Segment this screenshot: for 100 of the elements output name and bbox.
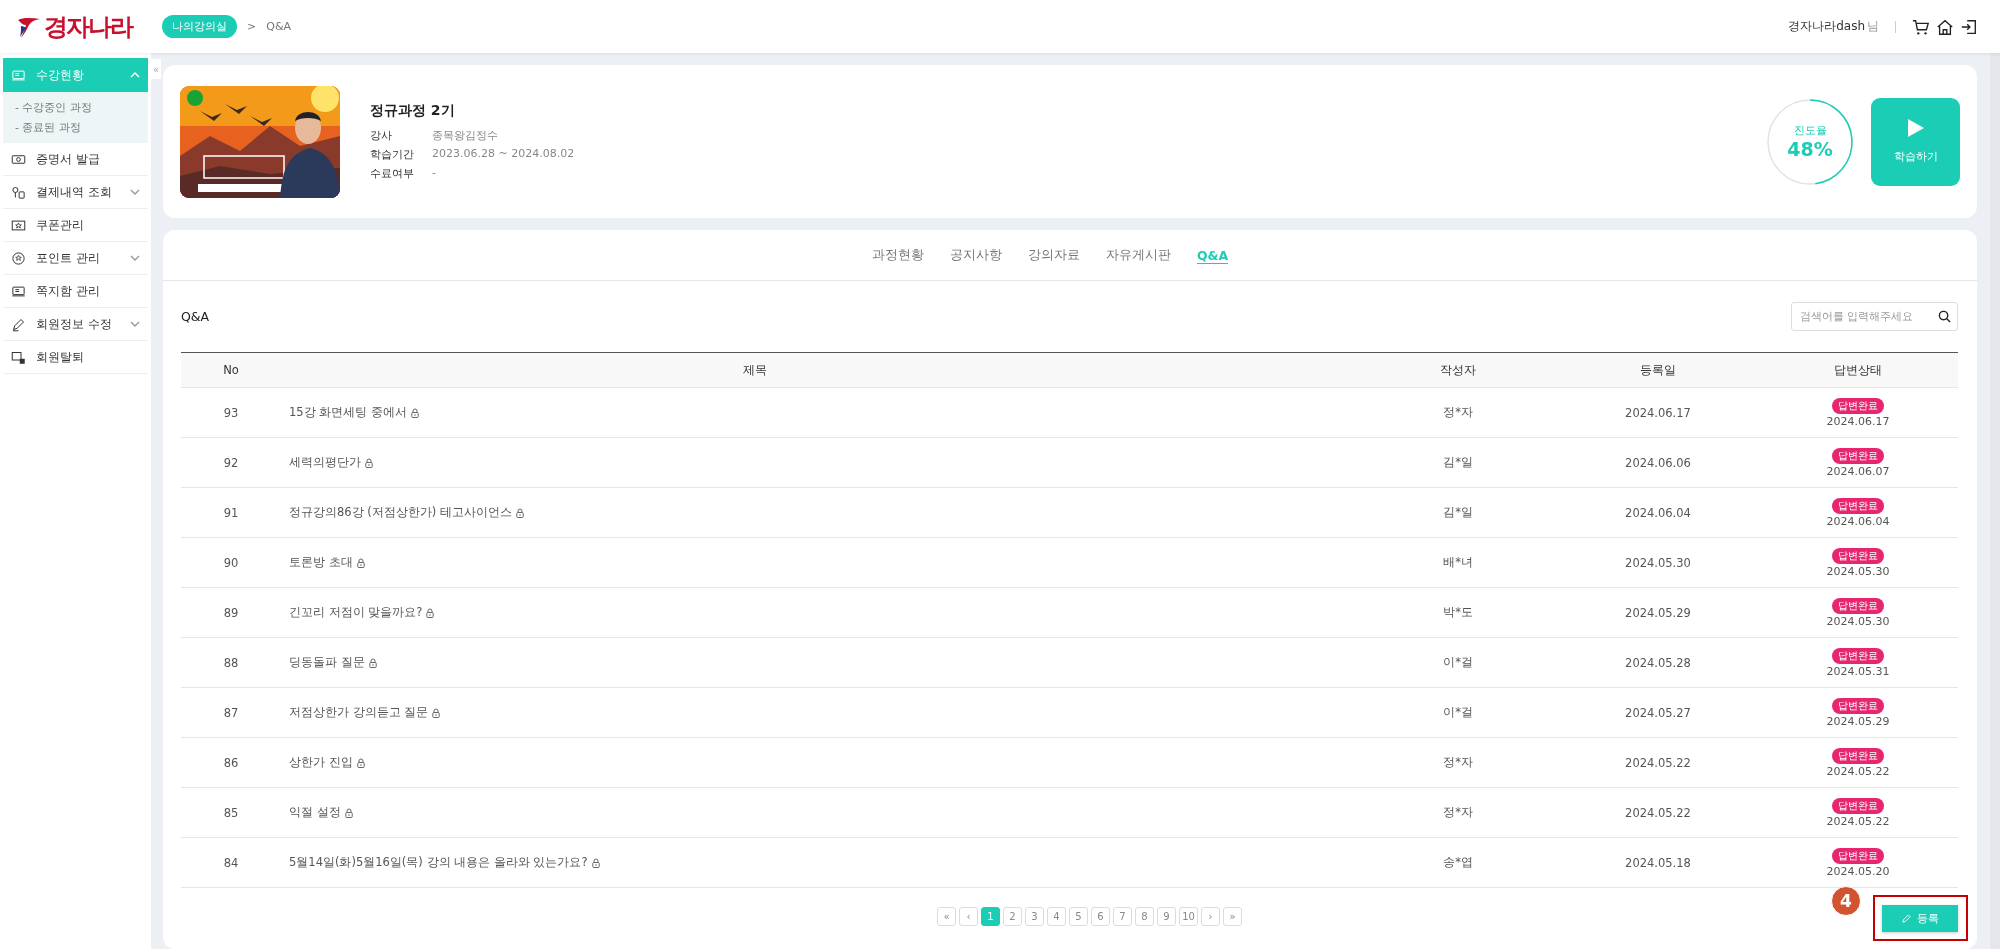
post-title-link[interactable]: 15강 화면세팅 중에서 (289, 405, 407, 420)
answer-date: 2024.05.31 (1826, 664, 1890, 678)
point-icon (11, 250, 26, 266)
column-header: 제목 (741, 362, 768, 378)
author-cell-text: 송*엽 (1442, 855, 1474, 870)
answer-date: 2024.05.30 (1826, 564, 1890, 578)
page-button[interactable]: 4 (1047, 906, 1066, 926)
answer-date: 2024.05.29 (1826, 714, 1890, 728)
status-badge: 답변완료 (1832, 447, 1884, 464)
number-cell-text: 89 (222, 605, 240, 620)
status-badge: 답변완료 (1832, 647, 1884, 664)
post-title-link[interactable]: 익절 설정 (289, 805, 341, 820)
tab[interactable]: 과정현황 (871, 244, 924, 266)
chevron-icon (130, 319, 140, 329)
post-title-link[interactable]: 딩동돌파 질문 (289, 655, 365, 670)
author-cell-text: 이*걸 (1442, 705, 1474, 720)
page-button[interactable]: 8 (1135, 906, 1154, 926)
tab[interactable]: 강의자료 (1027, 244, 1080, 266)
message-icon (11, 283, 26, 299)
answer-date: 2024.05.22 (1826, 764, 1890, 778)
column-header: 작성자 (1439, 362, 1477, 378)
answer-date: 2024.05.20 (1826, 864, 1890, 878)
page-button[interactable]: 6 (1091, 906, 1110, 926)
step-marker: 4 (1831, 886, 1861, 916)
number-cell-text: 88 (222, 655, 240, 670)
answer-date: 2024.05.22 (1826, 814, 1890, 828)
number-cell-text: 92 (222, 455, 240, 470)
date-cell-text: 2024.06.04 (1624, 505, 1692, 520)
scrollbar[interactable] (1990, 53, 2000, 949)
page-button[interactable]: 5 (1069, 906, 1088, 926)
pencil-icon (1901, 914, 1911, 923)
field-label: 강사 (370, 128, 393, 143)
submenu-item[interactable]: - 수강중인 과정 (15, 100, 136, 115)
number-cell-text: 93 (222, 405, 240, 420)
coupon-icon (11, 217, 26, 233)
post-title-link[interactable]: 긴꼬리 저점이 맞을까요? (289, 605, 423, 620)
post-title-link[interactable]: 5월14일(화)5월16일(목) 강의 내용은 올라와 있는가요? (289, 855, 588, 870)
author-cell-text: 정*자 (1442, 755, 1474, 770)
answer-date: 2024.05.30 (1826, 614, 1890, 628)
logout-icon[interactable] (1960, 17, 1978, 36)
search-icon[interactable] (1938, 310, 1951, 323)
date-cell-text: 2024.05.18 (1624, 855, 1692, 870)
logo-text[interactable]: 경자나라 (44, 10, 132, 43)
post-title-link[interactable]: 토론방 초대 (289, 555, 353, 570)
previous-page-button[interactable]: ‹ (959, 906, 978, 926)
field-value: 종목왕김정수 (432, 128, 498, 143)
chevron-icon (130, 187, 140, 197)
home-icon[interactable] (1936, 17, 1954, 36)
page-button[interactable]: 9 (1157, 906, 1176, 926)
author-cell-text: 정*자 (1442, 805, 1474, 820)
date-cell-text: 2024.05.22 (1624, 805, 1692, 820)
tab[interactable]: 자유게시판 (1105, 244, 1171, 266)
column-header: 등록일 (1639, 362, 1677, 378)
author-cell-text: 김*일 (1442, 505, 1474, 520)
date-cell-text: 2024.05.28 (1624, 655, 1692, 670)
page-button[interactable]: 10 (1179, 906, 1198, 926)
search-field[interactable]: 검색어를 입력해주세요 (1791, 302, 1958, 331)
course-title: 정규과정 2기 (370, 102, 456, 120)
next-page-button[interactable]: › (1201, 906, 1220, 926)
date-cell-text: 2024.06.06 (1624, 455, 1692, 470)
date-cell-text: 2024.05.29 (1624, 605, 1692, 620)
page-button[interactable]: 2 (1003, 906, 1022, 926)
user-name: 경자나라dash (1788, 18, 1865, 35)
number-cell-text: 87 (222, 705, 240, 720)
progress-reading: 48% (1787, 138, 1833, 160)
date-cell-text: 2024.05.27 (1624, 705, 1692, 720)
status-badge: 답변완료 (1832, 797, 1884, 814)
last-page-button[interactable]: » (1223, 906, 1242, 926)
status-badge: 답변완료 (1832, 697, 1884, 714)
tab[interactable]: 공지사항 (949, 244, 1002, 266)
date-cell-text: 2024.06.17 (1624, 405, 1692, 420)
page-button[interactable]: 3 (1025, 906, 1044, 926)
first-page-button[interactable]: « (937, 906, 956, 926)
page-button[interactable]: 7 (1113, 906, 1132, 926)
status-badge: 답변완료 (1832, 847, 1884, 864)
collapse-handle[interactable]: « (151, 59, 161, 79)
progress-label: 진도율 (1793, 123, 1827, 138)
breadcrumb-separator: > (247, 20, 257, 33)
number-cell-text: 86 (222, 755, 240, 770)
chevron-icon (130, 253, 140, 263)
status-badge: 답변완료 (1832, 747, 1884, 764)
date-cell-text: 2024.05.22 (1624, 755, 1692, 770)
cart-icon[interactable] (1912, 17, 1930, 36)
post-title-link[interactable]: 세력의평단가 (289, 455, 361, 470)
field-value: 2023.06.28 ~ 2024.08.02 (432, 147, 575, 162)
column-header: 답변상태 (1833, 362, 1883, 378)
post-title-link[interactable]: 저점상한가 강의듣고 질문 (289, 705, 429, 720)
number-cell-text: 85 (222, 805, 240, 820)
status-badge: 답변완료 (1832, 597, 1884, 614)
monitor-icon (11, 67, 26, 83)
honorific: 님 (1867, 18, 1879, 35)
author-cell-text: 김*일 (1442, 455, 1474, 470)
submenu-item[interactable]: - 종료된 과정 (15, 120, 136, 135)
author-cell-text: 배*녀 (1442, 555, 1474, 570)
post-title-link[interactable]: 정규강의86강 (저점상한가) 테고사이언스 (289, 505, 512, 520)
post-title-link[interactable]: 상한가 진입 (289, 755, 353, 770)
status-badge: 답변완료 (1832, 397, 1884, 414)
number-cell-text: 84 (222, 855, 240, 870)
breadcrumb-current: Q&A (266, 20, 291, 33)
status-badge: 답변완료 (1832, 497, 1884, 514)
